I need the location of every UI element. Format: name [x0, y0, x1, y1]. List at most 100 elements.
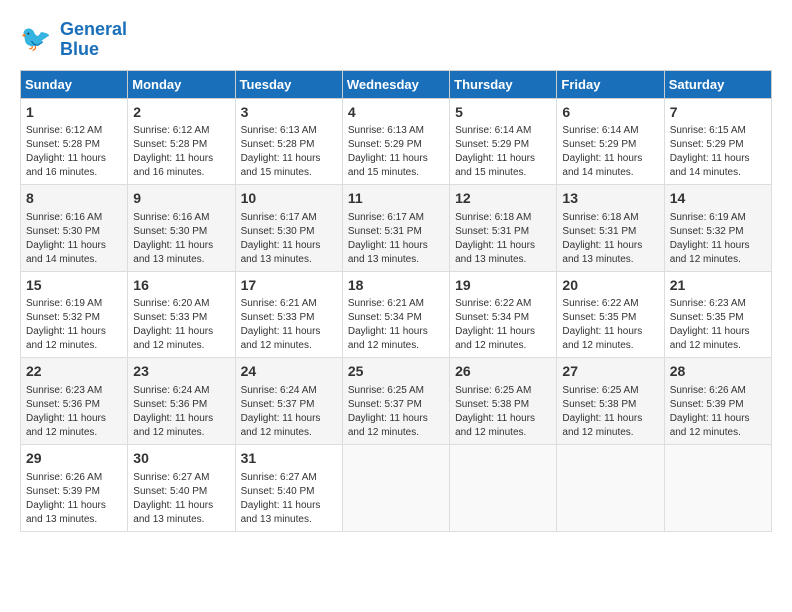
- day-info: Sunrise: 6:19 AM Sunset: 5:32 PM Dayligh…: [26, 297, 122, 353]
- column-header-thursday: Thursday: [450, 70, 557, 98]
- calendar-day-cell: 16Sunrise: 6:20 AM Sunset: 5:33 PM Dayli…: [128, 271, 235, 358]
- day-info: Sunrise: 6:17 AM Sunset: 5:30 PM Dayligh…: [241, 211, 337, 267]
- calendar-day-cell: 19Sunrise: 6:22 AM Sunset: 5:34 PM Dayli…: [450, 271, 557, 358]
- day-number: 2: [133, 103, 229, 123]
- day-number: 17: [241, 276, 337, 296]
- day-number: 20: [562, 276, 658, 296]
- day-info: Sunrise: 6:12 AM Sunset: 5:28 PM Dayligh…: [133, 124, 229, 180]
- day-info: Sunrise: 6:21 AM Sunset: 5:34 PM Dayligh…: [348, 297, 444, 353]
- calendar-header-row: SundayMondayTuesdayWednesdayThursdayFrid…: [21, 70, 772, 98]
- day-info: Sunrise: 6:24 AM Sunset: 5:36 PM Dayligh…: [133, 384, 229, 440]
- day-info: Sunrise: 6:27 AM Sunset: 5:40 PM Dayligh…: [241, 471, 337, 527]
- day-number: 1: [26, 103, 122, 123]
- day-number: 6: [562, 103, 658, 123]
- day-number: 21: [670, 276, 766, 296]
- day-info: Sunrise: 6:27 AM Sunset: 5:40 PM Dayligh…: [133, 471, 229, 527]
- day-number: 14: [670, 189, 766, 209]
- day-number: 13: [562, 189, 658, 209]
- calendar-day-cell: 9Sunrise: 6:16 AM Sunset: 5:30 PM Daylig…: [128, 185, 235, 272]
- page-header: 🐦 GeneralBlue: [20, 20, 772, 60]
- day-info: Sunrise: 6:19 AM Sunset: 5:32 PM Dayligh…: [670, 211, 766, 267]
- day-info: Sunrise: 6:14 AM Sunset: 5:29 PM Dayligh…: [455, 124, 551, 180]
- day-number: 22: [26, 362, 122, 382]
- calendar-day-cell: 21Sunrise: 6:23 AM Sunset: 5:35 PM Dayli…: [664, 271, 771, 358]
- day-info: Sunrise: 6:17 AM Sunset: 5:31 PM Dayligh…: [348, 211, 444, 267]
- calendar-day-cell: 3Sunrise: 6:13 AM Sunset: 5:28 PM Daylig…: [235, 98, 342, 185]
- calendar-day-cell: 10Sunrise: 6:17 AM Sunset: 5:30 PM Dayli…: [235, 185, 342, 272]
- calendar-day-cell: [450, 444, 557, 531]
- column-header-sunday: Sunday: [21, 70, 128, 98]
- day-info: Sunrise: 6:21 AM Sunset: 5:33 PM Dayligh…: [241, 297, 337, 353]
- day-info: Sunrise: 6:16 AM Sunset: 5:30 PM Dayligh…: [133, 211, 229, 267]
- day-info: Sunrise: 6:25 AM Sunset: 5:38 PM Dayligh…: [562, 384, 658, 440]
- calendar-day-cell: 5Sunrise: 6:14 AM Sunset: 5:29 PM Daylig…: [450, 98, 557, 185]
- calendar-day-cell: 8Sunrise: 6:16 AM Sunset: 5:30 PM Daylig…: [21, 185, 128, 272]
- calendar-day-cell: 12Sunrise: 6:18 AM Sunset: 5:31 PM Dayli…: [450, 185, 557, 272]
- calendar-day-cell: 14Sunrise: 6:19 AM Sunset: 5:32 PM Dayli…: [664, 185, 771, 272]
- calendar-day-cell: 1Sunrise: 6:12 AM Sunset: 5:28 PM Daylig…: [21, 98, 128, 185]
- day-info: Sunrise: 6:25 AM Sunset: 5:38 PM Dayligh…: [455, 384, 551, 440]
- calendar-day-cell: 25Sunrise: 6:25 AM Sunset: 5:37 PM Dayli…: [342, 358, 449, 445]
- calendar-week-5: 29Sunrise: 6:26 AM Sunset: 5:39 PM Dayli…: [21, 444, 772, 531]
- calendar-day-cell: 29Sunrise: 6:26 AM Sunset: 5:39 PM Dayli…: [21, 444, 128, 531]
- column-header-saturday: Saturday: [664, 70, 771, 98]
- day-info: Sunrise: 6:12 AM Sunset: 5:28 PM Dayligh…: [26, 124, 122, 180]
- day-number: 4: [348, 103, 444, 123]
- day-number: 30: [133, 449, 229, 469]
- day-info: Sunrise: 6:13 AM Sunset: 5:29 PM Dayligh…: [348, 124, 444, 180]
- calendar-day-cell: 20Sunrise: 6:22 AM Sunset: 5:35 PM Dayli…: [557, 271, 664, 358]
- calendar-day-cell: 30Sunrise: 6:27 AM Sunset: 5:40 PM Dayli…: [128, 444, 235, 531]
- calendar-day-cell: [557, 444, 664, 531]
- day-info: Sunrise: 6:16 AM Sunset: 5:30 PM Dayligh…: [26, 211, 122, 267]
- column-header-monday: Monday: [128, 70, 235, 98]
- day-info: Sunrise: 6:18 AM Sunset: 5:31 PM Dayligh…: [455, 211, 551, 267]
- day-number: 29: [26, 449, 122, 469]
- day-number: 24: [241, 362, 337, 382]
- day-number: 9: [133, 189, 229, 209]
- day-number: 25: [348, 362, 444, 382]
- day-number: 19: [455, 276, 551, 296]
- logo-text: GeneralBlue: [60, 20, 127, 60]
- calendar-day-cell: 6Sunrise: 6:14 AM Sunset: 5:29 PM Daylig…: [557, 98, 664, 185]
- logo-icon: 🐦: [20, 22, 56, 58]
- day-number: 28: [670, 362, 766, 382]
- day-number: 12: [455, 189, 551, 209]
- day-info: Sunrise: 6:23 AM Sunset: 5:36 PM Dayligh…: [26, 384, 122, 440]
- day-number: 5: [455, 103, 551, 123]
- day-info: Sunrise: 6:14 AM Sunset: 5:29 PM Dayligh…: [562, 124, 658, 180]
- calendar-week-3: 15Sunrise: 6:19 AM Sunset: 5:32 PM Dayli…: [21, 271, 772, 358]
- day-info: Sunrise: 6:22 AM Sunset: 5:34 PM Dayligh…: [455, 297, 551, 353]
- calendar-day-cell: 11Sunrise: 6:17 AM Sunset: 5:31 PM Dayli…: [342, 185, 449, 272]
- calendar-day-cell: 13Sunrise: 6:18 AM Sunset: 5:31 PM Dayli…: [557, 185, 664, 272]
- calendar-day-cell: 4Sunrise: 6:13 AM Sunset: 5:29 PM Daylig…: [342, 98, 449, 185]
- calendar-week-1: 1Sunrise: 6:12 AM Sunset: 5:28 PM Daylig…: [21, 98, 772, 185]
- day-info: Sunrise: 6:20 AM Sunset: 5:33 PM Dayligh…: [133, 297, 229, 353]
- day-number: 7: [670, 103, 766, 123]
- calendar-day-cell: 2Sunrise: 6:12 AM Sunset: 5:28 PM Daylig…: [128, 98, 235, 185]
- calendar-day-cell: 22Sunrise: 6:23 AM Sunset: 5:36 PM Dayli…: [21, 358, 128, 445]
- calendar-week-2: 8Sunrise: 6:16 AM Sunset: 5:30 PM Daylig…: [21, 185, 772, 272]
- day-number: 31: [241, 449, 337, 469]
- day-number: 10: [241, 189, 337, 209]
- day-number: 11: [348, 189, 444, 209]
- day-number: 3: [241, 103, 337, 123]
- column-header-friday: Friday: [557, 70, 664, 98]
- day-info: Sunrise: 6:23 AM Sunset: 5:35 PM Dayligh…: [670, 297, 766, 353]
- calendar-day-cell: 18Sunrise: 6:21 AM Sunset: 5:34 PM Dayli…: [342, 271, 449, 358]
- calendar-day-cell: 26Sunrise: 6:25 AM Sunset: 5:38 PM Dayli…: [450, 358, 557, 445]
- day-number: 8: [26, 189, 122, 209]
- day-info: Sunrise: 6:25 AM Sunset: 5:37 PM Dayligh…: [348, 384, 444, 440]
- calendar-day-cell: 24Sunrise: 6:24 AM Sunset: 5:37 PM Dayli…: [235, 358, 342, 445]
- day-info: Sunrise: 6:26 AM Sunset: 5:39 PM Dayligh…: [670, 384, 766, 440]
- day-number: 23: [133, 362, 229, 382]
- calendar-day-cell: [664, 444, 771, 531]
- column-header-tuesday: Tuesday: [235, 70, 342, 98]
- column-header-wednesday: Wednesday: [342, 70, 449, 98]
- day-info: Sunrise: 6:18 AM Sunset: 5:31 PM Dayligh…: [562, 211, 658, 267]
- calendar-day-cell: 15Sunrise: 6:19 AM Sunset: 5:32 PM Dayli…: [21, 271, 128, 358]
- calendar-day-cell: 27Sunrise: 6:25 AM Sunset: 5:38 PM Dayli…: [557, 358, 664, 445]
- calendar-table: SundayMondayTuesdayWednesdayThursdayFrid…: [20, 70, 772, 532]
- calendar-week-4: 22Sunrise: 6:23 AM Sunset: 5:36 PM Dayli…: [21, 358, 772, 445]
- day-info: Sunrise: 6:22 AM Sunset: 5:35 PM Dayligh…: [562, 297, 658, 353]
- calendar-day-cell: 31Sunrise: 6:27 AM Sunset: 5:40 PM Dayli…: [235, 444, 342, 531]
